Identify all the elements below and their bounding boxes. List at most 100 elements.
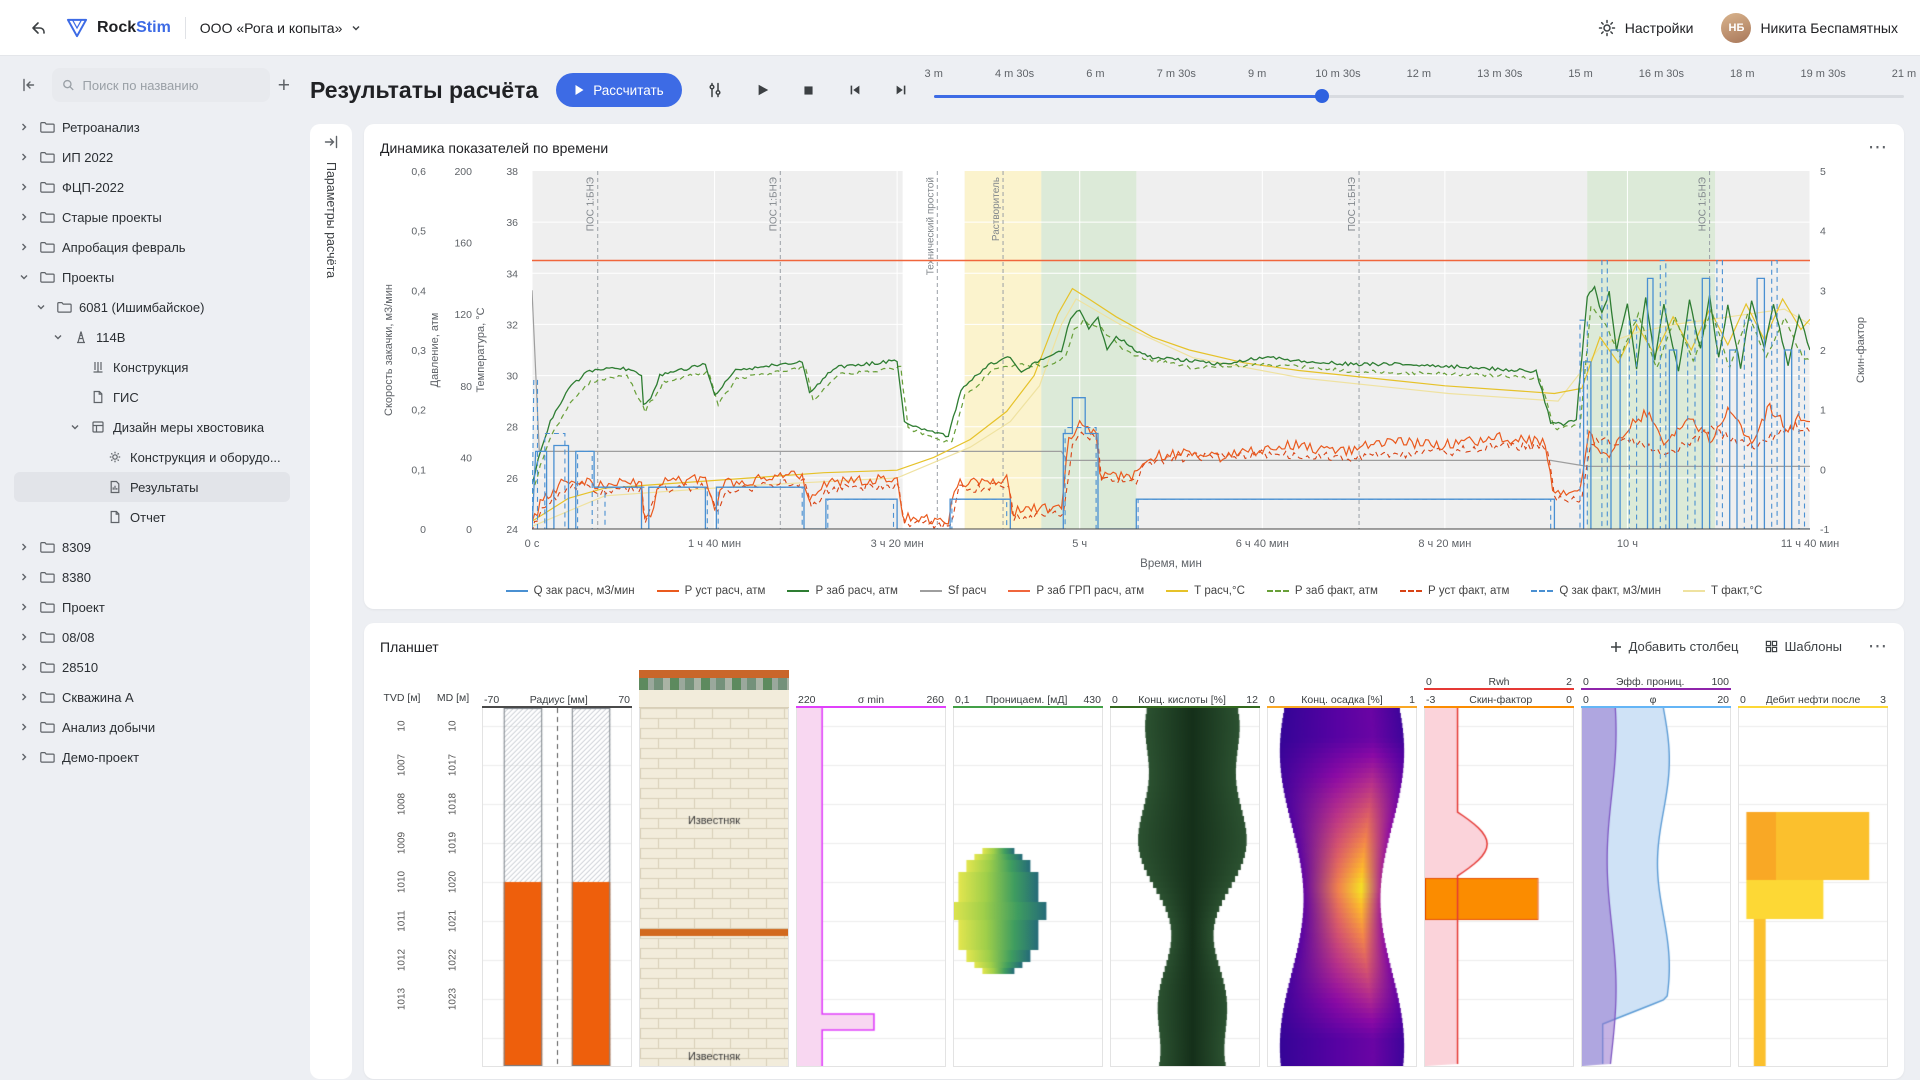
tablet-more-button[interactable]: ⋯ xyxy=(1868,635,1888,658)
chevron-right-icon[interactable] xyxy=(18,211,32,223)
chart-legend: Q зак расч, м3/мин Р уст расч, атм Р заб р… xyxy=(380,585,1888,597)
sidebar-item-11[interactable]: Конструкция и оборудо... xyxy=(14,442,290,472)
sidebar-item-1[interactable]: ИП 2022 xyxy=(14,142,290,172)
search-box[interactable] xyxy=(52,68,270,102)
time-slider-knob[interactable] xyxy=(1315,89,1329,103)
sidebar-item-21[interactable]: Демо-проект xyxy=(14,742,290,772)
track-header-sediment[interactable]: 0Конц. осадка [%]1 xyxy=(1267,690,1417,708)
track-header-skin[interactable]: -3Скин-фактор0 xyxy=(1424,690,1574,708)
chart-more-button[interactable]: ⋯ xyxy=(1868,136,1888,159)
sidebar-item-5[interactable]: Проекты xyxy=(14,262,290,292)
track-canvas-debit[interactable] xyxy=(1739,708,1887,1066)
sidebar-item-4[interactable]: Апробация февраль xyxy=(14,232,290,262)
chevron-right-icon[interactable] xyxy=(18,751,32,763)
legend-item[interactable]: Р уст расч, атм xyxy=(657,585,766,597)
legend-item[interactable]: Q зак факт, м3/мин xyxy=(1531,585,1661,597)
legend-item[interactable]: Т расч,°С xyxy=(1166,585,1245,597)
track-header-skin[interactable]: 0Rwh2 xyxy=(1424,672,1574,690)
chevron-right-icon[interactable] xyxy=(18,661,32,673)
track-header-phi[interactable]: 0φ20 xyxy=(1581,690,1731,708)
sidebar-item-8[interactable]: Конструкция xyxy=(14,352,290,382)
legend-item[interactable]: Р заб факт, атм xyxy=(1267,585,1378,597)
legend-item[interactable]: Р заб ГРП расч, атм xyxy=(1008,585,1144,597)
chevron-right-icon[interactable] xyxy=(18,181,32,193)
legend-label: Р заб расч, атм xyxy=(815,585,897,597)
scale-max: 12 xyxy=(1246,694,1258,706)
sidebar-item-6[interactable]: 6081 (Ишимбайское) xyxy=(14,292,290,322)
user-menu[interactable]: НБ Никита Беспамятных xyxy=(1721,13,1898,43)
settings-button[interactable]: Настройки xyxy=(1598,19,1694,37)
sidebar-item-12[interactable]: Результаты xyxy=(14,472,290,502)
add-column-button[interactable]: Добавить столбец xyxy=(1610,639,1739,654)
chevron-right-icon[interactable] xyxy=(18,151,32,163)
chevron-right-icon[interactable] xyxy=(18,121,32,133)
chevron-down-icon[interactable] xyxy=(18,271,32,283)
track-canvas-acid[interactable] xyxy=(1111,708,1259,1066)
play-button[interactable] xyxy=(748,75,778,105)
legend-item[interactable]: Т факт,°С xyxy=(1683,585,1762,597)
sidebar-item-label: Проект xyxy=(62,600,105,615)
stop-button[interactable] xyxy=(794,75,824,105)
sidebar-item-19[interactable]: Скважина А xyxy=(14,682,290,712)
track-canvas-lithology[interactable] xyxy=(640,708,788,1066)
back-button[interactable] xyxy=(22,13,52,43)
legend-item[interactable]: Sf расч xyxy=(920,585,986,597)
add-project-button[interactable]: + xyxy=(278,75,290,96)
sidebar-item-label: Ретроанализ xyxy=(62,120,140,135)
track-header-radius[interactable]: -70Радиус [мм]70 xyxy=(482,690,632,708)
chevron-right-icon[interactable] xyxy=(18,571,32,583)
sidebar-item-15[interactable]: 8380 xyxy=(14,562,290,592)
templates-button[interactable]: Шаблоны xyxy=(1765,639,1843,654)
search-input[interactable] xyxy=(83,78,260,93)
chevron-right-icon[interactable] xyxy=(18,691,32,703)
sidebar-item-17[interactable]: 08/08 xyxy=(14,622,290,652)
track-canvas-phi[interactable] xyxy=(1582,708,1730,1066)
skip-start-button[interactable] xyxy=(840,75,870,105)
collapse-sidebar-button[interactable] xyxy=(14,70,44,100)
company-name: ООО «Рога и копыта» xyxy=(200,20,343,36)
brand-name: RockStim xyxy=(97,19,171,37)
track-canvas-radius[interactable] xyxy=(483,708,631,1066)
sidebar-item-0[interactable]: Ретроанализ xyxy=(14,112,290,142)
track-header-acid[interactable]: 0Конц. кислоты [%]12 xyxy=(1110,690,1260,708)
chevron-down-icon[interactable] xyxy=(52,331,66,343)
sidebar-item-7[interactable]: 114В xyxy=(14,322,290,352)
track-canvas-sigma[interactable] xyxy=(797,708,945,1066)
chevron-down-icon[interactable] xyxy=(69,421,83,433)
track-header-phi[interactable]: 0Эфф. прониц.100 xyxy=(1581,672,1731,690)
skip-end-button[interactable] xyxy=(886,75,916,105)
company-selector[interactable]: ООО «Рога и копыта» xyxy=(200,20,363,36)
sidebar-item-18[interactable]: 28510 xyxy=(14,652,290,682)
chevron-down-icon[interactable] xyxy=(35,301,49,313)
track-canvas-skin[interactable] xyxy=(1425,708,1573,1066)
legend-item[interactable]: Q зак расч, м3/мин xyxy=(506,585,635,597)
time-slider-track[interactable] xyxy=(934,95,1904,98)
chevron-right-icon[interactable] xyxy=(18,541,32,553)
folder-icon xyxy=(55,299,73,315)
stop-icon xyxy=(802,84,815,97)
sidebar-item-16[interactable]: Проект xyxy=(14,592,290,622)
chevron-right-icon[interactable] xyxy=(18,631,32,643)
track-canvas-perm[interactable] xyxy=(954,708,1102,1066)
chevron-right-icon[interactable] xyxy=(18,601,32,613)
sidebar-item-14[interactable]: 8309 xyxy=(14,532,290,562)
calc-params-collapsed-panel[interactable]: Параметры расчёта xyxy=(310,124,352,1079)
track-canvas-sediment[interactable] xyxy=(1268,708,1416,1066)
sidebar-item-2[interactable]: ФЦП-2022 xyxy=(14,172,290,202)
chart-settings-button[interactable] xyxy=(700,75,730,105)
sidebar-item-3[interactable]: Старые проекты xyxy=(14,202,290,232)
track-header-sigma[interactable]: 220σ min260 xyxy=(796,690,946,708)
sidebar-item-20[interactable]: Анализ добычи xyxy=(14,712,290,742)
legend-item[interactable]: Р уст факт, атм xyxy=(1400,585,1509,597)
sidebar-item-10[interactable]: Дизайн меры хвостовика xyxy=(14,412,290,442)
track-header-perm[interactable]: 0,1Проницаем. [мД]430 xyxy=(953,690,1103,708)
legend-swatch xyxy=(1400,590,1422,592)
run-calculation-button[interactable]: Рассчитать xyxy=(556,73,681,107)
sidebar-item-13[interactable]: Отчет xyxy=(14,502,290,532)
track-header-debit[interactable]: 0Дебит нефти после3 xyxy=(1738,690,1888,708)
sidebar-item-9[interactable]: ГИС xyxy=(14,382,290,412)
time-series-chart[interactable]: ПОС 1:БНЭПОС 1:БНЭТехнический простойРас… xyxy=(380,163,1888,583)
legend-item[interactable]: Р заб расч, атм xyxy=(787,585,897,597)
chevron-right-icon[interactable] xyxy=(18,241,32,253)
chevron-right-icon[interactable] xyxy=(18,721,32,733)
